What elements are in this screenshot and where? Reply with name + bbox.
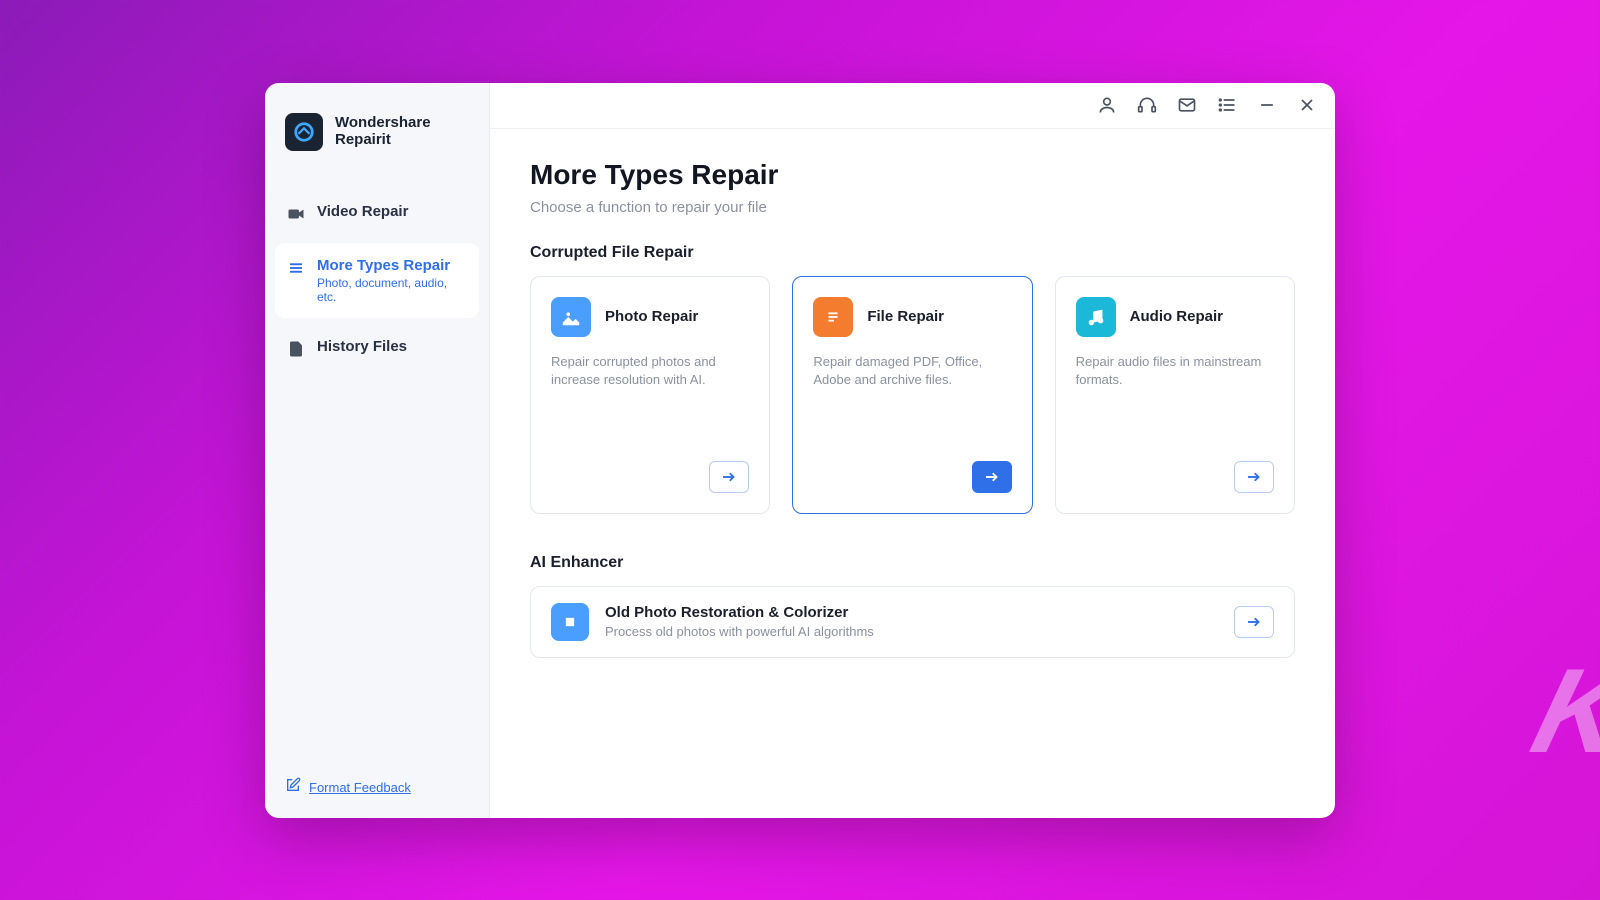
- sidebar-item-label: History Files: [317, 338, 407, 355]
- sidebar-item-sublabel: Photo, document, audio, etc.: [317, 276, 467, 304]
- sidebar: Wondershare Repairit Video Repair More T…: [265, 83, 490, 818]
- music-icon: [1076, 297, 1116, 337]
- card-desc: Repair damaged PDF, Office, Adobe and ar…: [813, 353, 1011, 389]
- app-name-line1: Wondershare: [335, 115, 431, 132]
- section-enhancer-heading: AI Enhancer: [530, 554, 1295, 572]
- watermark-k: K: [1520, 642, 1600, 780]
- page-title: More Types Repair: [530, 159, 1295, 191]
- arrow-right-icon[interactable]: [972, 461, 1012, 493]
- app-name-line2: Repairit: [335, 132, 431, 149]
- app-logo-text: Wondershare Repairit: [335, 115, 431, 148]
- app-logo-icon: [285, 113, 323, 151]
- card-title: Audio Repair: [1130, 308, 1223, 325]
- sidebar-nav: Video Repair More Types Repair Photo, do…: [265, 179, 489, 382]
- arrow-right-icon[interactable]: [1234, 606, 1274, 638]
- restore-photo-icon: [551, 603, 589, 641]
- section-corrupted-heading: Corrupted File Repair: [530, 244, 1295, 262]
- sidebar-item-label: More Types Repair: [317, 257, 467, 274]
- user-icon[interactable]: [1097, 95, 1117, 115]
- photo-icon: [551, 297, 591, 337]
- mail-icon[interactable]: [1177, 95, 1197, 115]
- format-feedback-link[interactable]: Format Feedback: [309, 780, 411, 795]
- sidebar-item-label: Video Repair: [317, 203, 408, 220]
- arrow-right-icon[interactable]: [1234, 461, 1274, 493]
- corrupted-cards-row: Photo Repair Repair corrupted photos and…: [530, 276, 1295, 514]
- document-icon: [813, 297, 853, 337]
- card-photo-repair[interactable]: Photo Repair Repair corrupted photos and…: [530, 276, 770, 514]
- edit-icon: [285, 777, 301, 798]
- card-file-repair[interactable]: File Repair Repair damaged PDF, Office, …: [792, 276, 1032, 514]
- card-desc: Repair audio files in mainstream formats…: [1076, 353, 1274, 389]
- sidebar-item-history-files[interactable]: History Files: [275, 324, 479, 372]
- arrow-right-icon[interactable]: [709, 461, 749, 493]
- card-old-photo-restoration[interactable]: Old Photo Restoration & Colorizer Proces…: [530, 586, 1295, 658]
- sidebar-item-more-types-repair[interactable]: More Types Repair Photo, document, audio…: [275, 243, 479, 318]
- card-desc: Process old photos with powerful AI algo…: [605, 624, 874, 639]
- card-title: File Repair: [867, 308, 944, 325]
- file-icon: [287, 340, 305, 358]
- sidebar-footer: Format Feedback: [265, 757, 489, 818]
- headset-icon[interactable]: [1137, 95, 1157, 115]
- menu-list-icon[interactable]: [1217, 95, 1237, 115]
- close-icon[interactable]: [1297, 95, 1317, 115]
- app-window: Wondershare Repairit Video Repair More T…: [265, 83, 1335, 818]
- list-icon: [287, 259, 305, 277]
- page-subtitle: Choose a function to repair your file: [530, 199, 1295, 216]
- video-icon: [287, 205, 305, 223]
- card-title: Photo Repair: [605, 308, 698, 325]
- content-area: More Types Repair Choose a function to r…: [490, 129, 1335, 688]
- minimize-icon[interactable]: [1257, 95, 1277, 115]
- app-logo: Wondershare Repairit: [265, 113, 489, 179]
- titlebar: [490, 83, 1335, 129]
- card-title: Old Photo Restoration & Colorizer: [605, 604, 874, 621]
- sidebar-item-video-repair[interactable]: Video Repair: [275, 189, 479, 237]
- main-panel: More Types Repair Choose a function to r…: [490, 83, 1335, 818]
- card-audio-repair[interactable]: Audio Repair Repair audio files in mains…: [1055, 276, 1295, 514]
- card-desc: Repair corrupted photos and increase res…: [551, 353, 749, 389]
